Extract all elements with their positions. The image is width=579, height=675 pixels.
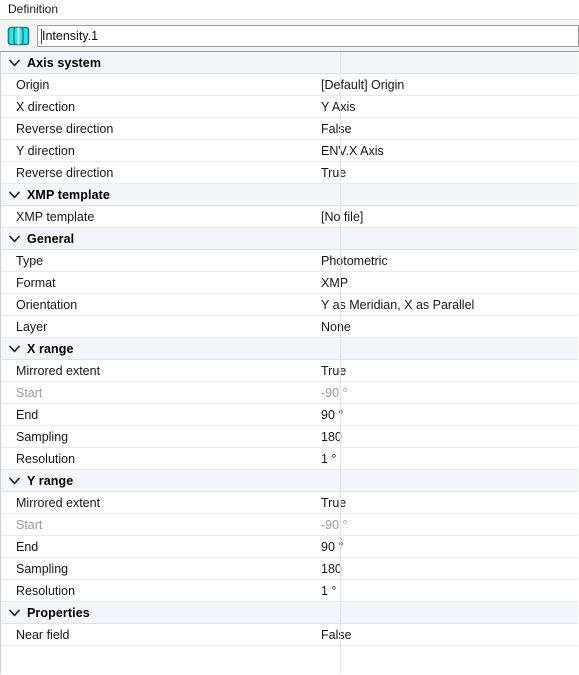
property-label: Start — [16, 517, 43, 532]
property-label: Format — [16, 275, 56, 290]
text-caret — [41, 28, 42, 44]
property-value[interactable]: [Default] Origin — [314, 78, 578, 92]
property-label: Start — [16, 385, 43, 400]
property-group-label: XMP template — [27, 187, 110, 202]
property-row[interactable]: Orientation Y as Meridian, X as Parallel — [1, 294, 578, 316]
property-row[interactable]: Format XMP — [1, 272, 578, 294]
property-row[interactable]: Resolution 1 ° — [1, 580, 578, 602]
property-row[interactable]: Reverse direction True — [1, 162, 578, 184]
chevron-down-icon[interactable] — [1, 345, 27, 353]
chevron-down-icon[interactable] — [1, 609, 27, 617]
object-name-bar: Intensity.1 — [0, 19, 579, 52]
property-value[interactable]: 180 — [314, 562, 578, 576]
property-value[interactable]: XMP — [314, 276, 578, 290]
property-row: Start -90 ° — [1, 382, 578, 404]
property-row[interactable]: Y direction ENV.X Axis — [1, 140, 578, 162]
property-label: Mirrored extent — [16, 363, 101, 378]
property-group-label: Properties — [27, 605, 90, 620]
property-label: Y direction — [16, 143, 75, 158]
property-value[interactable]: ENV.X Axis — [314, 144, 578, 158]
object-name-input[interactable]: Intensity.1 — [37, 24, 579, 47]
panel-title: Definition — [0, 0, 579, 19]
chevron-down-icon[interactable] — [1, 477, 27, 485]
property-label: Reverse direction — [16, 165, 114, 180]
property-value[interactable]: None — [314, 320, 578, 334]
property-row[interactable]: Mirrored extent True — [1, 492, 578, 514]
property-value[interactable]: 1 ° — [314, 452, 578, 466]
chevron-down-icon[interactable] — [1, 235, 27, 243]
property-label: Mirrored extent — [16, 495, 101, 510]
property-row[interactable]: End 90 ° — [1, 404, 578, 426]
property-row[interactable]: XMP template [No file] — [1, 206, 578, 228]
grid-empty-area — [1, 646, 578, 674]
property-value[interactable]: 180 — [314, 430, 578, 444]
property-group-label: General — [27, 231, 75, 246]
property-value[interactable]: False — [314, 628, 578, 642]
property-value[interactable]: 90 ° — [314, 540, 578, 554]
property-value[interactable]: Y Axis — [314, 100, 578, 114]
property-group-header[interactable]: X range — [1, 338, 578, 360]
property-group-header[interactable]: Properties — [1, 602, 578, 624]
property-label: XMP template — [16, 209, 95, 224]
property-row[interactable]: Layer None — [1, 316, 578, 338]
property-value: -90 ° — [321, 517, 348, 532]
property-row[interactable]: End 90 ° — [1, 536, 578, 558]
property-row[interactable]: Sampling 180 — [1, 558, 578, 580]
photometric-distribution-icon — [7, 25, 30, 47]
property-label: End — [16, 407, 39, 422]
property-row[interactable]: Near field False — [1, 624, 578, 646]
property-label: End — [16, 539, 39, 554]
property-group-header[interactable]: Axis system — [1, 52, 578, 74]
property-value[interactable]: True — [314, 364, 578, 378]
property-label: Orientation — [16, 297, 78, 312]
property-label: Near field — [16, 627, 70, 642]
property-value[interactable]: True — [314, 166, 578, 180]
property-value[interactable]: False — [314, 122, 578, 136]
property-group-header[interactable]: Y range — [1, 470, 578, 492]
property-row[interactable]: Sampling 180 — [1, 426, 578, 448]
property-label: Reverse direction — [16, 121, 114, 136]
property-value[interactable]: 1 ° — [314, 584, 578, 598]
property-row[interactable]: Reverse direction False — [1, 118, 578, 140]
property-group-label: Y range — [27, 473, 74, 488]
chevron-down-icon[interactable] — [1, 59, 27, 67]
property-value[interactable]: True — [314, 496, 578, 510]
object-name-value: Intensity.1 — [42, 28, 99, 43]
property-row[interactable]: Origin [Default] Origin — [1, 74, 578, 96]
property-value[interactable]: 90 ° — [314, 408, 578, 422]
chevron-down-icon[interactable] — [1, 191, 27, 199]
property-label: X direction — [16, 99, 76, 114]
property-value[interactable]: [No file] — [314, 210, 578, 224]
property-label: Type — [16, 253, 44, 268]
property-value: -90 ° — [321, 385, 348, 400]
property-row: Start -90 ° — [1, 514, 578, 536]
property-value[interactable]: Photometric — [314, 254, 578, 268]
property-label: Sampling — [16, 561, 69, 576]
property-label: Resolution — [16, 583, 76, 598]
property-grid[interactable]: Axis system Origin [Default] Origin X direc… — [0, 52, 579, 674]
property-group-label: X range — [27, 341, 74, 356]
property-value[interactable]: Y as Meridian, X as Parallel — [314, 298, 578, 312]
property-row[interactable]: Resolution 1 ° — [1, 448, 578, 470]
property-label: Resolution — [16, 451, 76, 466]
property-label: Layer — [16, 319, 48, 334]
property-label: Origin — [16, 77, 50, 92]
property-group-label: Axis system — [27, 55, 102, 70]
property-row[interactable]: Type Photometric — [1, 250, 578, 272]
property-label: Sampling — [16, 429, 69, 444]
property-row[interactable]: X direction Y Axis — [1, 96, 578, 118]
property-row[interactable]: Mirrored extent True — [1, 360, 578, 382]
property-group-header[interactable]: General — [1, 228, 578, 250]
property-group-header[interactable]: XMP template — [1, 184, 578, 206]
